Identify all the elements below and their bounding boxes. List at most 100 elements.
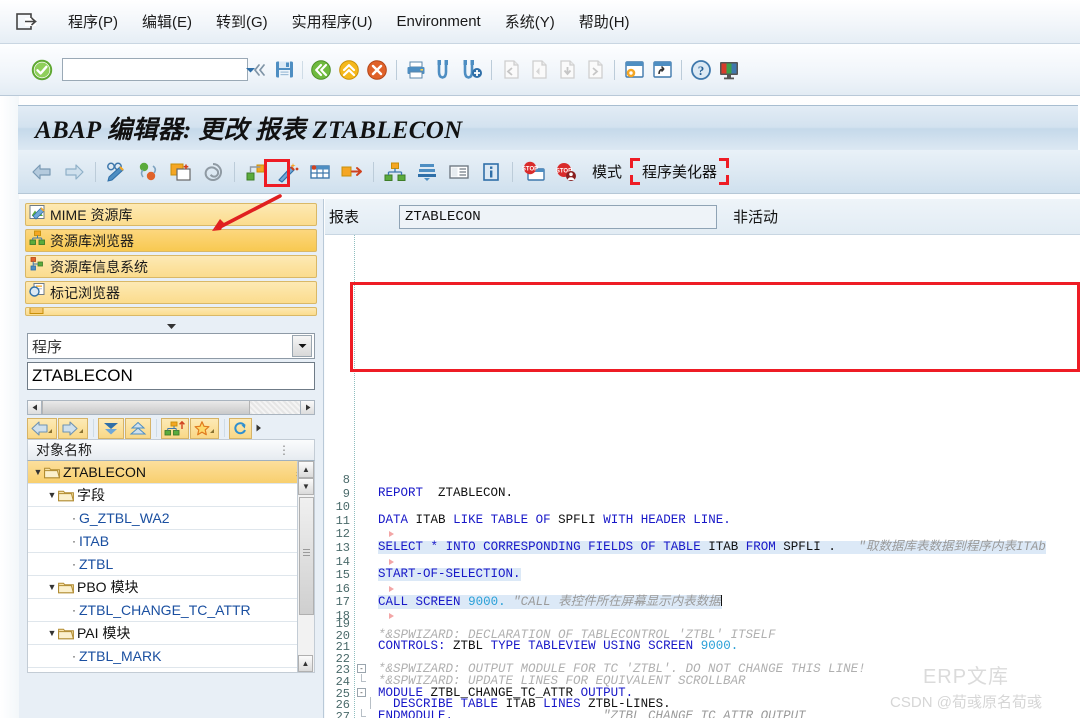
find-icon[interactable] [430,56,458,84]
horizontal-scrollbar[interactable] [27,400,315,415]
code-line[interactable]: SELECT * INTO CORRESPONDING FIELDS OF TA… [378,541,1046,554]
forward-arrow-icon[interactable] [59,157,89,187]
collapse-all-icon[interactable] [125,417,151,439]
source-code-editor[interactable]: 8910111213141516171819202122232425262728… [325,235,1080,718]
command-input[interactable] [63,60,245,79]
sap-exit-icon[interactable] [10,7,44,37]
navigation-stack-icon[interactable] [412,157,442,187]
back-green-icon[interactable] [307,56,335,84]
menu-item-environment[interactable]: Environment [385,11,493,32]
expand-all-icon[interactable] [98,417,124,439]
sidebar-item-repository-browser[interactable]: 资源库浏览器 [25,229,317,252]
first-page-icon[interactable] [497,56,525,84]
sidebar-item-repository-infosystem[interactable]: 资源库信息系统 [25,255,317,278]
tree-expander-icon[interactable]: ▼ [46,490,58,500]
object-name-input[interactable]: ZTABLECON [27,362,315,390]
cancel-red-icon[interactable] [363,56,391,84]
tree-node[interactable]: · ZTBL_MARK [28,645,314,668]
sidebar-item-partial[interactable] [25,307,317,316]
program-name-field[interactable]: ZTABLECON [399,204,718,229]
code-line[interactable]: REPORT ZTABLECON. [378,486,513,500]
menu-item-utilities[interactable]: 实用程序(U) [280,9,385,34]
info-icon[interactable] [476,157,506,187]
code-line[interactable]: CONTROLS: ZTBL TYPE TABLEVIEW USING SCRE… [378,640,738,653]
tree-node[interactable]: ▼ PAI 模块 [28,622,314,645]
tree-forward-icon[interactable] [58,417,88,439]
tree-node[interactable]: ▼ZTABLECON表 [28,461,314,484]
tree-expander-icon[interactable]: ▼ [32,467,44,477]
menu-item-edit[interactable]: 编辑(E) [130,9,204,34]
tree-node[interactable]: · ZTBL [28,553,314,576]
save-icon[interactable] [270,56,298,84]
scroll-up-icon[interactable]: ▲ [298,461,314,478]
exit-yellow-icon[interactable] [335,56,363,84]
tree-node[interactable]: · ZTBL_CHANGE_TC_ATTR [28,599,314,622]
debug-icon[interactable]: STOP [519,157,549,187]
collapse-left-icon[interactable] [248,56,270,84]
code-folding-column[interactable]: ------ [356,235,394,718]
hierarchy-icon[interactable] [380,157,410,187]
sidebar-item-mime-repository[interactable]: MIME 资源库 [25,203,317,226]
tree-back-icon[interactable] [27,417,57,439]
tree-node[interactable]: · ITAB [28,530,314,553]
sidebar-item-tag-browser[interactable]: 标记浏览器 [25,281,317,304]
object-tree[interactable]: ▼ZTABLECON表▼字段·G_ZTBL_WA2·ITAB·ZTBL▼PBO … [27,461,315,673]
list-icon[interactable] [444,157,474,187]
table-control-icon[interactable] [305,157,335,187]
menu-item-system[interactable]: 系统(Y) [493,9,567,34]
sidebar-item-label: 资源库浏览器 [50,232,134,249]
display-change-icon[interactable] [102,157,132,187]
print-icon[interactable] [402,56,430,84]
enter-check-icon[interactable] [28,56,56,84]
last-page-icon[interactable] [581,56,609,84]
flow-icon[interactable] [337,157,367,187]
next-page-icon[interactable] [553,56,581,84]
stop-debug-icon[interactable]: STOP [551,157,581,187]
tree-node[interactable]: ▼ 字段 [28,484,314,507]
fold-toggle[interactable]: - [357,687,366,697]
help-icon[interactable]: ? [687,56,715,84]
scroll-right-icon[interactable] [300,401,314,414]
activate-icon[interactable] [166,157,196,187]
tree-node[interactable]: ·ZTBL_MODIFY [28,668,314,672]
scroll-bottom-icon[interactable]: ▲ [298,655,313,672]
hierarchy-up-icon[interactable] [161,417,189,439]
menu-item-program[interactable]: 程序(P) [56,9,130,34]
magic-wand-icon[interactable] [273,157,303,187]
menu-item-goto[interactable]: 转到(G) [204,9,280,34]
code-line[interactable]: DATA ITAB LIKE TABLE OF SPFLI WITH HEADE… [378,513,731,527]
pretty-printer-icon[interactable] [241,157,271,187]
scrollbar-track[interactable] [250,401,300,414]
object-type-select[interactable]: 程序 [27,333,315,359]
back-arrow-icon[interactable] [27,157,57,187]
scrollbar-grip [303,549,310,557]
menu-label: 帮助(H) [578,14,630,31]
code-line[interactable]: ENDMODULE. "ZTBL_CHANGE_TC_ATTR OUTPUT [378,709,806,718]
tree-expander-icon[interactable]: ▼ [46,628,58,638]
tree-node[interactable]: ▼ PBO 模块 [28,576,314,599]
changed-line-marker [389,531,394,538]
code-line[interactable]: CALL SCREEN 9000. "CALL 表控件所在屏幕显示内表数据 [378,595,722,610]
scroll-left-icon[interactable] [28,401,42,414]
combo-dropdown-icon[interactable] [292,335,312,357]
tree-node[interactable]: · G_ZTBL_WA2 [28,507,314,530]
check-syntax-icon[interactable] [134,157,164,187]
tree-expander-icon[interactable]: ▼ [46,582,58,592]
find-next-icon[interactable] [458,56,486,84]
pattern-icon[interactable] [198,157,228,187]
scrollbar-thumb[interactable] [42,401,250,414]
fold-toggle[interactable]: - [357,664,366,674]
new-session-icon[interactable] [620,56,648,84]
previous-page-icon[interactable] [525,56,553,84]
create-shortcut-icon[interactable] [648,56,676,84]
panel-splitter[interactable] [19,319,323,333]
favorites-icon[interactable] [190,417,219,439]
pretty-printer-button[interactable]: 程序美化器 [630,158,730,185]
customize-layout-icon[interactable] [715,56,743,84]
scroll-down-icon[interactable]: ▼ [298,478,314,495]
refresh-icon[interactable] [229,417,252,439]
code-line[interactable]: START-OF-SELECTION. [378,568,521,582]
tree-vertical-scrollbar[interactable]: ▲ ▼ ▲ [297,461,314,672]
menu-item-help[interactable]: 帮助(H) [567,9,642,34]
command-field[interactable] [62,58,255,81]
